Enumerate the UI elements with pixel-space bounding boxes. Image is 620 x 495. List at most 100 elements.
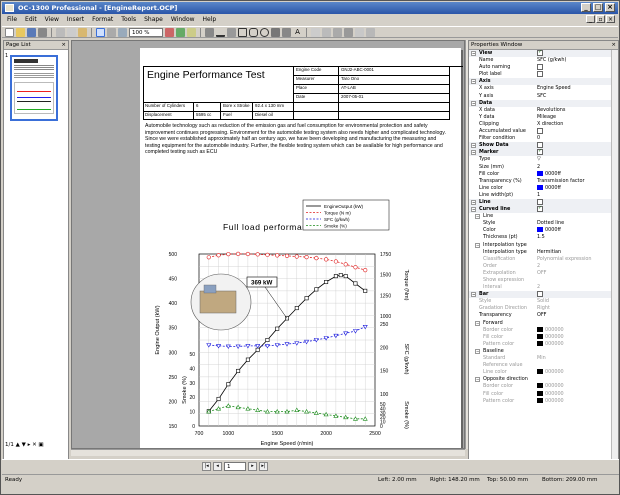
property-row[interactable]: Border color 000000 (469, 383, 618, 390)
properties-scrollbar[interactable] (611, 50, 618, 459)
property-row[interactable]: − Axis (469, 78, 618, 86)
property-row[interactable]: Clipping X direction (469, 121, 618, 128)
property-value[interactable]: 000000 (537, 340, 564, 348)
collapse-icon[interactable]: − (471, 143, 476, 149)
polygon-icon[interactable] (271, 27, 280, 37)
property-value[interactable]: 0 (537, 135, 540, 142)
collapse-icon[interactable]: − (475, 320, 480, 326)
property-row[interactable]: Standard Min (469, 355, 618, 362)
property-row[interactable]: Gradation Direction Right (469, 305, 618, 312)
property-checkbox[interactable] (537, 128, 543, 135)
property-value[interactable]: OFF (537, 312, 546, 319)
property-row[interactable]: − Forward (469, 320, 618, 327)
maximize-button[interactable]: □ (593, 3, 603, 12)
property-checkbox[interactable] (537, 148, 543, 155)
collapse-icon[interactable]: − (471, 51, 476, 56)
property-checkbox[interactable] (537, 205, 543, 212)
copy-icon[interactable] (67, 27, 76, 37)
title-bar[interactable]: OC-1300 Professional - [EngineReport.OCP… (2, 2, 618, 14)
property-row[interactable]: Thickness (pt) 1.5 (469, 234, 618, 241)
property-row[interactable]: Type ▽ (469, 156, 618, 163)
property-checkbox[interactable] (537, 64, 543, 71)
property-row[interactable]: − View (469, 49, 618, 58)
collapse-icon[interactable]: − (471, 292, 476, 298)
property-row[interactable]: Transparency OFF (469, 312, 618, 319)
property-value[interactable]: Min (537, 355, 546, 362)
property-row[interactable]: − Interpolation type (469, 242, 618, 249)
property-row[interactable]: Pattern color 000000 (469, 340, 618, 348)
property-row[interactable]: Border color 000000 (469, 326, 618, 334)
property-row[interactable]: Line width(pt) 1 (469, 192, 618, 199)
property-row[interactable]: Y axis SFC (469, 93, 618, 100)
collapse-icon[interactable]: − (475, 377, 480, 383)
align-icon[interactable] (311, 27, 320, 37)
color-swatch[interactable] (537, 340, 543, 346)
property-value[interactable]: 000000 (537, 383, 564, 390)
menu-shape[interactable]: Shape (140, 15, 167, 25)
property-value[interactable]: 2 (537, 263, 540, 270)
save-icon[interactable] (27, 27, 36, 37)
property-row[interactable]: Size (mm) 2 (469, 164, 618, 171)
property-value[interactable]: 2 (537, 284, 540, 291)
menu-format[interactable]: Format (88, 15, 117, 25)
open-icon[interactable] (16, 27, 25, 37)
color-swatch[interactable] (537, 333, 543, 339)
property-value[interactable]: Revolutions (537, 107, 565, 114)
document-canvas[interactable]: Engine Performance Test Engine Code GNJ2… (71, 40, 465, 449)
property-row[interactable]: Line color 0000ff (469, 184, 618, 192)
color-swatch[interactable] (537, 383, 543, 389)
minimize-button[interactable]: _ (581, 3, 591, 12)
chart-frame[interactable]: Full load performance 700 1000 1500 2000 2500… (143, 168, 450, 449)
property-row[interactable]: − Marker (469, 148, 618, 157)
grid-icon[interactable] (355, 27, 364, 37)
property-row[interactable]: − Show Data (469, 142, 618, 150)
page-thumbnail[interactable] (10, 55, 58, 121)
property-row[interactable]: Transparency (%) Transmission factor (469, 178, 618, 185)
next-page-button[interactable]: ▸ (248, 462, 257, 471)
property-row[interactable]: Filter condition 0 (469, 135, 618, 142)
property-checkbox[interactable] (537, 49, 543, 56)
connector-icon[interactable] (227, 27, 236, 37)
property-row[interactable]: − Data (469, 99, 618, 107)
property-value[interactable]: OFF (537, 270, 546, 277)
property-checkbox[interactable] (537, 142, 543, 149)
property-value[interactable]: Polynomial expression (537, 256, 592, 263)
property-value[interactable]: ▽ (537, 156, 541, 163)
property-checkbox[interactable] (537, 291, 543, 298)
menu-file[interactable]: File (3, 15, 21, 25)
pencil-icon[interactable] (187, 27, 196, 37)
performance-chart[interactable]: Full load performance700 1000 1500 2000 2500… (143, 168, 450, 449)
arc-icon[interactable] (282, 27, 291, 37)
group-icon[interactable] (322, 27, 331, 37)
property-row[interactable]: Color 0000ff (469, 227, 618, 234)
property-value[interactable]: 0000ff (537, 227, 561, 234)
property-value[interactable]: 0000ff (537, 170, 561, 178)
property-row[interactable]: Name SFC (g/kwh) (469, 57, 618, 64)
horizontal-scrollbar[interactable] (71, 449, 465, 456)
property-value[interactable]: SFC (537, 93, 546, 100)
property-value[interactable]: Hermitian (537, 249, 561, 256)
collapse-icon[interactable]: − (475, 242, 480, 248)
property-row[interactable]: Interval 2 (469, 284, 618, 291)
property-row[interactable]: Classification Polynomial expression (469, 256, 618, 263)
property-value[interactable]: Engine Speed (537, 85, 571, 92)
property-value[interactable]: 000000 (537, 390, 564, 398)
chart-icon[interactable] (165, 27, 174, 37)
line-icon[interactable] (216, 28, 225, 37)
property-row[interactable]: Show expression (469, 277, 618, 284)
zoom-icon[interactable] (118, 27, 127, 37)
collapse-icon[interactable]: − (471, 100, 476, 106)
close-icon[interactable]: × (611, 41, 616, 50)
property-row[interactable]: Interpolation type Hermitian (469, 249, 618, 256)
property-row[interactable]: Fill color 0000ff (469, 170, 618, 178)
property-value[interactable]: 000000 (537, 397, 564, 405)
property-checkbox[interactable] (537, 71, 543, 78)
page-number-input[interactable]: 1 (224, 462, 246, 471)
property-value[interactable]: X direction (537, 121, 563, 128)
property-row[interactable]: − Bar (469, 291, 618, 299)
property-row[interactable]: Y data Mileage (469, 114, 618, 121)
doc-close-button[interactable]: × (606, 15, 615, 23)
menu-window[interactable]: Window (167, 15, 199, 25)
menu-insert[interactable]: Insert (63, 15, 88, 25)
report-page[interactable]: Engine Performance Test Engine Code GNJ2… (140, 48, 463, 449)
